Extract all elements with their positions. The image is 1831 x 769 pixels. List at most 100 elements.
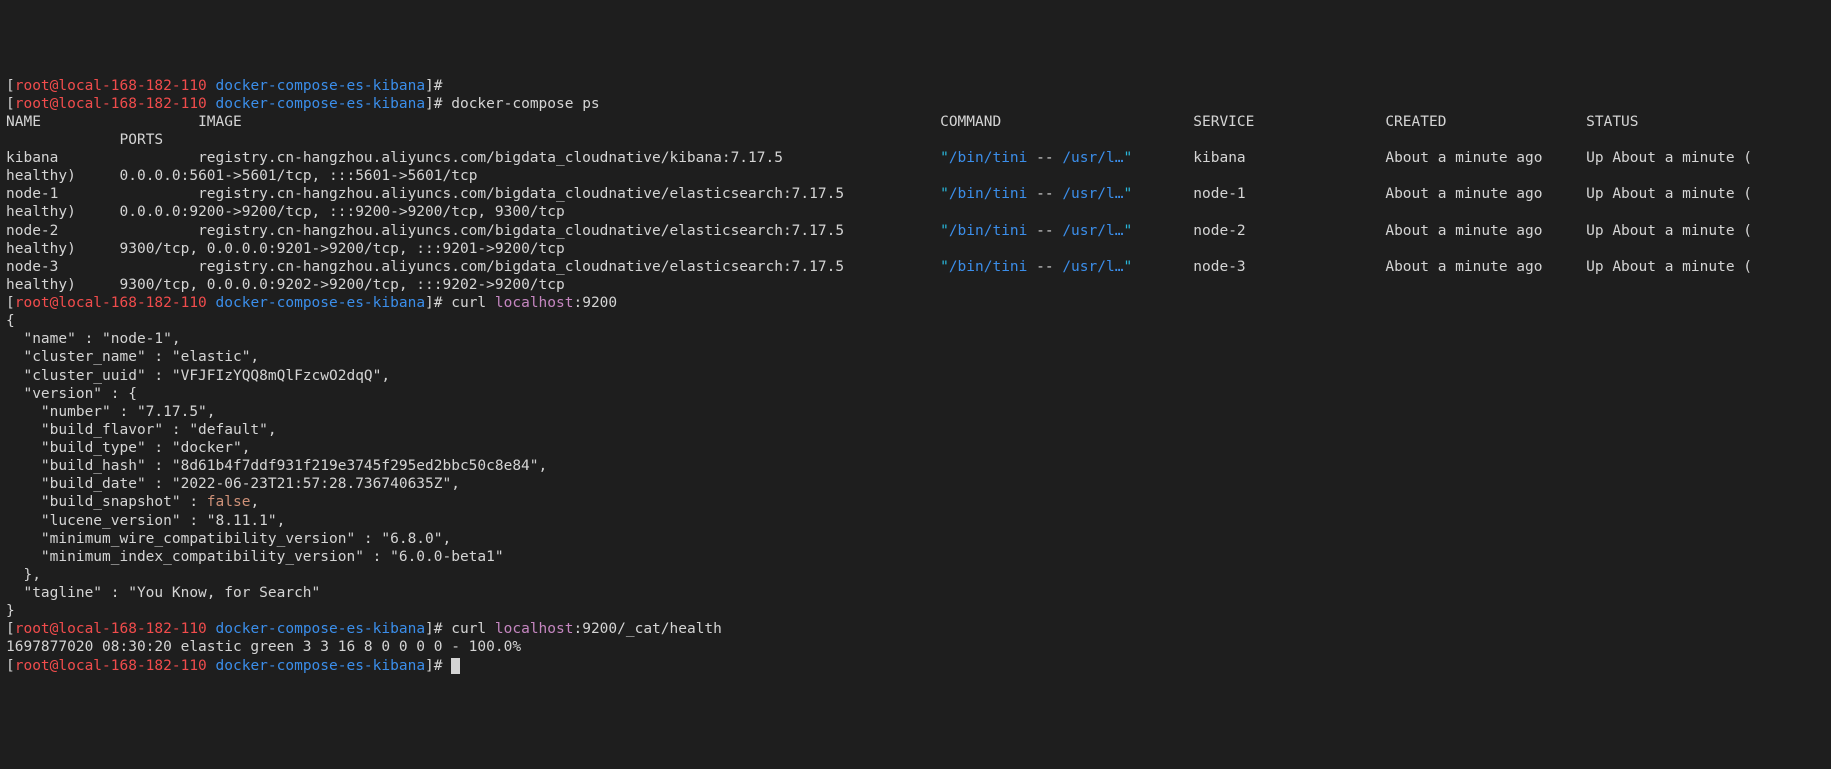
ps-status: Up About a minute ( [1586, 259, 1752, 275]
ps-header-image: IMAGE [198, 114, 940, 130]
ps-ports: 0.0.0.0:5601->5601/tcp, :::5601->5601/tc… [120, 168, 478, 184]
ps-header-created: CREATED [1385, 114, 1586, 130]
prompt-userhost: root@local-168-182-110 [15, 658, 207, 674]
ps-command: "/bin/tini -- /usr/l…" [940, 150, 1132, 166]
json-line: "lucene_version" : "8.11.1", [6, 513, 285, 529]
json-line: "minimum_wire_compatibility_version" : "… [6, 531, 451, 547]
ps-name: kibana [6, 150, 198, 166]
json-line: "build_flavor" : "default", [6, 422, 277, 438]
ps-header-ports: PORTS [120, 132, 164, 148]
terminal-line: "cluster_uuid" : "VFJFIzYQQ8mQlFzcwO2dqQ… [6, 367, 1825, 385]
terminal-line: [root@local-168-182-110 docker-compose-e… [6, 657, 1825, 675]
json-line: { [6, 313, 15, 329]
ps-ports: 9300/tcp, 0.0.0.0:9201->9200/tcp, :::920… [120, 241, 565, 257]
ps-created: About a minute ago [1385, 150, 1586, 166]
prompt-bracket: [ [6, 295, 15, 311]
json-line: "number" : "7.17.5", [6, 404, 216, 420]
terminal-line: healthy) 0.0.0.0:9200->9200/tcp, :::9200… [6, 203, 1825, 221]
ps-header-service: SERVICE [1193, 114, 1385, 130]
prompt-bracket: ]# [425, 96, 442, 112]
cat-health-output: 1697877020 08:30:20 elastic green 3 3 16… [6, 639, 521, 655]
json-line: "build_date" : "2022-06-23T21:57:28.7367… [6, 476, 460, 492]
json-line: "build_snapshot" : [6, 494, 207, 510]
ps-status: Up About a minute ( [1586, 223, 1752, 239]
json-line: "build_hash" : "8d61b4f7ddf931f219e3745f… [6, 458, 547, 474]
cursor[interactable] [451, 658, 460, 674]
terminal-line: "build_date" : "2022-06-23T21:57:28.7367… [6, 475, 1825, 493]
json-line: "tagline" : "You Know, for Search" [6, 585, 320, 601]
terminal-line: "version" : { [6, 385, 1825, 403]
terminal-line: "lucene_version" : "8.11.1", [6, 512, 1825, 530]
ps-status: Up About a minute ( [1586, 150, 1752, 166]
ps-image: registry.cn-hangzhou.aliyuncs.com/bigdat… [198, 186, 940, 202]
ps-name: node-1 [6, 186, 198, 202]
json-line: }, [6, 567, 41, 583]
ps-service: node-3 [1193, 259, 1385, 275]
terminal-line: healthy) 9300/tcp, 0.0.0.0:9201->9200/tc… [6, 240, 1825, 258]
terminal-line: kibana registry.cn-hangzhou.aliyuncs.com… [6, 149, 1825, 167]
ps-name: node-2 [6, 223, 198, 239]
prompt-dir: docker-compose-es-kibana [216, 658, 426, 674]
json-line: "cluster_uuid" : "VFJFIzYQQ8mQlFzcwO2dqQ… [6, 368, 390, 384]
json-line: "version" : { [6, 386, 137, 402]
terminal-line: "build_flavor" : "default", [6, 421, 1825, 439]
terminal-line: "minimum_index_compatibility_version" : … [6, 548, 1825, 566]
prompt-userhost: root@local-168-182-110 [15, 295, 207, 311]
json-line: "name" : "node-1", [6, 331, 181, 347]
terminal-line: "minimum_wire_compatibility_version" : "… [6, 530, 1825, 548]
terminal-line: "build_snapshot" : false, [6, 493, 1825, 511]
terminal-line: 1697877020 08:30:20 elastic green 3 3 16… [6, 638, 1825, 656]
curl-host: localhost [495, 621, 574, 637]
terminal-line: [root@local-168-182-110 docker-compose-e… [6, 620, 1825, 638]
ps-header-status: STATUS [1586, 114, 1638, 130]
ps-command: "/bin/tini -- /usr/l…" [940, 186, 1132, 202]
prompt-bracket: ]# [425, 621, 442, 637]
ps-image: registry.cn-hangzhou.aliyuncs.com/bigdat… [198, 259, 940, 275]
ps-header-command: COMMAND [940, 114, 1193, 130]
terminal-line: node-2 registry.cn-hangzhou.aliyuncs.com… [6, 222, 1825, 240]
ps-health: healthy) [6, 241, 120, 257]
prompt-userhost: root@local-168-182-110 [15, 78, 207, 94]
cmd-curl: curl [443, 621, 495, 637]
prompt-dir: docker-compose-es-kibana [216, 621, 426, 637]
terminal-output[interactable]: [root@local-168-182-110 docker-compose-e… [6, 77, 1825, 675]
terminal-line: "cluster_name" : "elastic", [6, 348, 1825, 366]
ps-ports: 9300/tcp, 0.0.0.0:9202->9200/tcp, :::920… [120, 277, 565, 293]
terminal-line: "number" : "7.17.5", [6, 403, 1825, 421]
terminal-line: { [6, 312, 1825, 330]
ps-command: "/bin/tini -- /usr/l…" [940, 259, 1132, 275]
cmd-curl: curl [443, 295, 495, 311]
prompt-bracket: ]# [425, 295, 442, 311]
terminal-line: } [6, 602, 1825, 620]
json-line: } [6, 603, 15, 619]
terminal-line: "build_type" : "docker", [6, 439, 1825, 457]
ps-header-name: NAME [6, 114, 198, 130]
terminal-line: [root@local-168-182-110 docker-compose-e… [6, 95, 1825, 113]
ps-service: node-2 [1193, 223, 1385, 239]
prompt-dir: docker-compose-es-kibana [216, 295, 426, 311]
ps-service: node-1 [1193, 186, 1385, 202]
terminal-line: healthy) 0.0.0.0:5601->5601/tcp, :::5601… [6, 167, 1825, 185]
terminal-line: "tagline" : "You Know, for Search" [6, 584, 1825, 602]
curl-tail: :9200/_cat/health [573, 621, 721, 637]
terminal-line: [root@local-168-182-110 docker-compose-e… [6, 77, 1825, 95]
ps-service: kibana [1193, 150, 1385, 166]
terminal-line: "name" : "node-1", [6, 330, 1825, 348]
terminal-line: PORTS [6, 131, 1825, 149]
ps-health: healthy) [6, 277, 120, 293]
ps-health: healthy) [6, 204, 120, 220]
ps-health: healthy) [6, 168, 120, 184]
prompt-bracket: ]# [425, 658, 442, 674]
curl-port: :9200 [573, 295, 617, 311]
ps-name: node-3 [6, 259, 198, 275]
prompt-userhost: root@local-168-182-110 [15, 621, 207, 637]
ps-created: About a minute ago [1385, 223, 1586, 239]
prompt-bracket: [ [6, 658, 15, 674]
prompt-dir: docker-compose-es-kibana [216, 96, 426, 112]
terminal-line: }, [6, 566, 1825, 584]
terminal-line: node-1 registry.cn-hangzhou.aliyuncs.com… [6, 185, 1825, 203]
ps-image: registry.cn-hangzhou.aliyuncs.com/bigdat… [198, 150, 940, 166]
ps-created: About a minute ago [1385, 186, 1586, 202]
cmd-docker-compose-ps: docker-compose ps [443, 96, 600, 112]
prompt-bracket: [ [6, 621, 15, 637]
